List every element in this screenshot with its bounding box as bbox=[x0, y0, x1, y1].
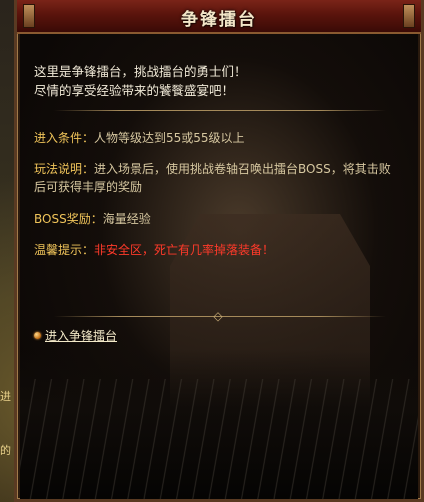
gameplay-row: 玩法说明：进入场景后，使用挑战卷轴召唤出擂台BOSS，将其击败 后可获得丰厚的奖… bbox=[34, 160, 391, 196]
gameplay-value-line1: 进入场景后，使用挑战卷轴召唤出擂台BOSS，将其击败 bbox=[94, 162, 391, 176]
enter-arena-label: 进入争锋擂台 bbox=[45, 329, 118, 343]
title-bar[interactable]: 争锋擂台 bbox=[17, 0, 421, 34]
intro-text: 这里是争锋擂台，挑战擂台的勇士们！ 尽情的享受经验带来的饕餮盛宴吧！ bbox=[34, 62, 247, 100]
gameplay-label: 玩法说明： bbox=[34, 162, 95, 176]
warning-label: 温馨提示： bbox=[34, 243, 95, 257]
reward-value: 海量经验 bbox=[102, 212, 151, 226]
backdrop-text: 进 bbox=[0, 390, 11, 403]
intro-line-1: 这里是争锋擂台，挑战擂台的勇士们！ bbox=[34, 64, 247, 79]
reward-label: BOSS奖励： bbox=[34, 212, 103, 226]
condition-value: 人物等级达到55或55级以上 bbox=[94, 131, 245, 145]
intro-line-2: 尽情的享受经验带来的饕餮盛宴吧！ bbox=[34, 83, 235, 98]
warning-value: 非安全区，死亡有几率掉落装备！ bbox=[94, 243, 275, 257]
diamond-ornament-icon: ◇ bbox=[213, 309, 223, 323]
enter-arena-link[interactable]: 进入争锋擂台 bbox=[34, 327, 117, 344]
reward-row: BOSS奖励：海量经验 bbox=[34, 210, 151, 228]
dialog-title: 争锋擂台 bbox=[181, 10, 257, 30]
gameplay-value-line2: 后可获得丰厚的奖励 bbox=[34, 180, 143, 194]
arena-dialog: 争锋擂台 这里是争锋擂台，挑战擂台的勇士们！ 尽情的享受经验带来的饕餮盛宴吧！ … bbox=[14, 0, 424, 502]
dialog-content: 这里是争锋擂台，挑战擂台的勇士们！ 尽情的享受经验带来的饕餮盛宴吧！ 进入条件：… bbox=[20, 34, 418, 499]
orb-bullet-icon bbox=[34, 332, 41, 339]
condition-row: 进入条件：人物等级达到55或55级以上 bbox=[34, 129, 245, 147]
warning-row: 温馨提示：非安全区，死亡有几率掉落装备！ bbox=[34, 241, 274, 259]
condition-label: 进入条件： bbox=[34, 131, 95, 145]
backdrop-text: 的 bbox=[0, 444, 11, 457]
divider bbox=[54, 110, 386, 111]
spear-silhouettes bbox=[20, 379, 418, 499]
